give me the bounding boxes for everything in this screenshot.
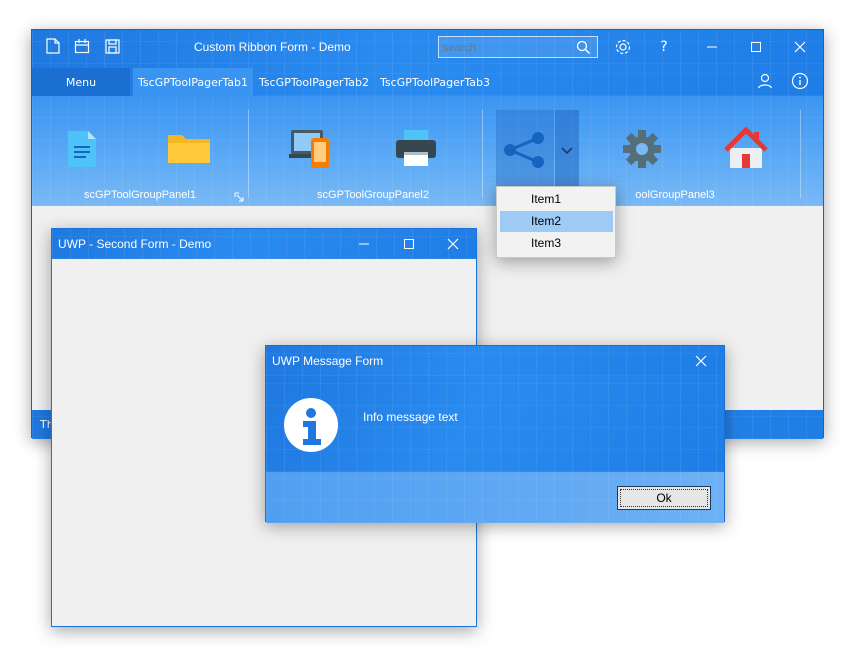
minimize-icon[interactable]: [354, 234, 374, 254]
tab-toolpager-2[interactable]: TscGPToolPagerTab2: [254, 68, 374, 96]
share-icon: [502, 132, 546, 171]
user-icon[interactable]: [754, 70, 776, 92]
menu-item-1[interactable]: Item1: [500, 189, 613, 210]
share-button[interactable]: [496, 110, 554, 190]
main-window-title: Custom Ribbon Form - Demo: [194, 40, 351, 54]
message-body: Info message text: [266, 376, 724, 472]
tab-toolpager-1[interactable]: TscGPToolPagerTab1: [133, 68, 253, 96]
printer-icon[interactable]: [394, 128, 438, 171]
group-separator: [482, 110, 483, 198]
save-icon[interactable]: [103, 37, 121, 55]
maximize-icon[interactable]: [399, 234, 419, 254]
tab-toolpager-2-label: TscGPToolPagerTab2: [259, 75, 369, 89]
group-panel-3-label: oolGroupPanel3: [635, 189, 715, 201]
info-icon: [283, 397, 339, 456]
help-icon[interactable]: ?: [654, 37, 674, 57]
group-panel-1-label: scGPToolGroupPanel1: [84, 189, 196, 201]
message-footer: Ok: [266, 472, 724, 523]
ribbon-tab-bar: Menu TscGPToolPagerTab1 TscGPToolPagerTa…: [32, 64, 823, 96]
tab-toolpager-1-label: TscGPToolPagerTab1: [138, 75, 248, 89]
home-icon[interactable]: [724, 126, 768, 173]
folder-icon[interactable]: [167, 131, 211, 168]
message-form-title-bar[interactable]: UWP Message Form: [266, 346, 724, 376]
ok-button[interactable]: Ok: [617, 486, 711, 510]
gear-icon[interactable]: [622, 129, 662, 172]
menu-item-3[interactable]: Item3: [500, 233, 613, 254]
group-separator: [800, 110, 801, 198]
info-circle-icon[interactable]: [789, 70, 811, 92]
tab-menu-label: Menu: [65, 75, 97, 89]
tab-toolpager-3[interactable]: TscGPToolPagerTab3: [375, 68, 495, 96]
message-form-title: UWP Message Form: [272, 354, 384, 368]
open-file-icon[interactable]: [73, 37, 91, 55]
close-icon[interactable]: [691, 351, 711, 371]
second-form-title: UWP - Second Form - Demo: [58, 237, 212, 251]
close-icon[interactable]: [443, 234, 463, 254]
search-icon[interactable]: [573, 38, 593, 56]
maximize-icon[interactable]: [746, 37, 766, 57]
menu-item-2[interactable]: Item2: [500, 211, 613, 232]
group-panel-2-label: scGPToolGroupPanel2: [317, 189, 429, 201]
minimize-icon[interactable]: [702, 37, 722, 57]
close-icon[interactable]: [790, 37, 810, 57]
second-form-title-bar[interactable]: UWP - Second Form - Demo: [52, 229, 476, 259]
new-file-icon[interactable]: [44, 37, 62, 55]
chevron-down-icon: [561, 144, 573, 158]
settings-gear-icon[interactable]: [612, 36, 634, 58]
message-form-window: UWP Message Form Info message text Ok: [265, 345, 725, 523]
ribbon-panel: scGPToolGroupPanel1 scGPToolGroupPanel2: [32, 96, 823, 206]
document-icon[interactable]: [66, 129, 98, 172]
devices-icon[interactable]: [289, 128, 335, 173]
search-box[interactable]: [438, 36, 598, 58]
message-text: Info message text: [363, 410, 458, 424]
tab-menu[interactable]: Menu: [32, 68, 130, 96]
share-dropdown-menu: Item1 Item2 Item3: [496, 186, 616, 258]
tab-toolpager-3-label: TscGPToolPagerTab3: [380, 75, 490, 89]
dialog-launcher-icon[interactable]: [232, 190, 246, 204]
search-input[interactable]: [441, 38, 571, 58]
group-separator: [248, 110, 249, 198]
share-dropdown-button[interactable]: [555, 110, 579, 190]
main-title-bar[interactable]: Custom Ribbon Form - Demo ?: [32, 30, 823, 64]
